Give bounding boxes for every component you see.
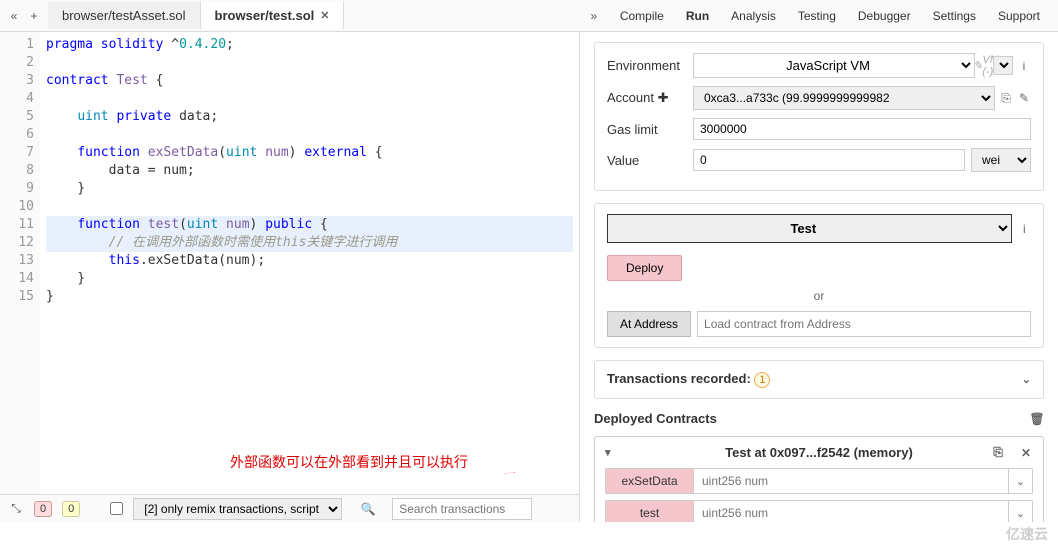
copy-icon[interactable]: ⎘: [999, 91, 1013, 105]
nav-settings[interactable]: Settings: [923, 3, 986, 29]
watermark: 亿速云: [1006, 524, 1048, 544]
nav-run[interactable]: Run: [676, 3, 719, 29]
copy-icon[interactable]: ⎘: [991, 446, 1005, 460]
editor-pane: 123456789101112131415 pragma solidity ^0…: [0, 32, 580, 522]
transactions-recorded-label: Transactions recorded: 1: [607, 371, 770, 388]
line-gutter: 123456789101112131415: [0, 32, 40, 494]
edit-icon[interactable]: ✎: [1017, 91, 1031, 105]
nav-debugger[interactable]: Debugger: [848, 3, 921, 29]
fn-button-test[interactable]: test: [606, 501, 694, 522]
arrow-icon: [450, 472, 570, 474]
error-count[interactable]: 0: [34, 501, 52, 517]
nav-compile[interactable]: Compile: [610, 3, 674, 29]
tab-test[interactable]: browser/test.sol ✕: [201, 2, 345, 29]
tab-label: browser/testAsset.sol: [62, 8, 186, 23]
add-account-icon[interactable]: ✚: [658, 90, 669, 105]
run-panel: Environment JavaScript VM ✎ VM (-) i Acc…: [580, 32, 1058, 522]
tx-filter-select[interactable]: [2] only remix transactions, script: [133, 498, 342, 520]
close-icon[interactable]: ✕: [320, 9, 329, 22]
info-icon[interactable]: i: [1017, 59, 1031, 73]
env-select[interactable]: JavaScript VM: [693, 53, 975, 78]
search-input[interactable]: [392, 498, 532, 520]
at-address-button[interactable]: At Address: [607, 311, 691, 337]
account-select[interactable]: 0xca3...a733c (99.9999999999982: [693, 86, 995, 110]
plus-icon[interactable]: +: [26, 8, 42, 24]
nav-support[interactable]: Support: [988, 3, 1050, 29]
deploy-button[interactable]: Deploy: [607, 255, 682, 281]
code-content[interactable]: pragma solidity ^0.4.20;contract Test { …: [40, 32, 579, 494]
info-icon[interactable]: i: [1018, 222, 1031, 236]
tx-count-badge: 1: [754, 372, 770, 388]
code-editor[interactable]: 123456789101112131415 pragma solidity ^0…: [0, 32, 579, 494]
function-row-test: test ⌄: [605, 500, 1033, 522]
console-bar: ⤡ 0 0 [2] only remix transactions, scrip…: [0, 494, 579, 522]
right-nav: Compile Run Analysis Testing Debugger Se…: [602, 3, 1058, 29]
nav-analysis[interactable]: Analysis: [721, 3, 786, 29]
vm-fork-select[interactable]: [993, 56, 1013, 75]
chevron-down-icon[interactable]: ⌄: [1008, 469, 1032, 493]
close-icon[interactable]: ✕: [1019, 446, 1033, 460]
vm-note: ✎ VM (-): [979, 59, 993, 73]
tab-testasset[interactable]: browser/testAsset.sol: [48, 2, 201, 29]
at-address-input[interactable]: [697, 311, 1031, 337]
fn-button-exsetdata[interactable]: exSetData: [606, 469, 694, 493]
function-row-exsetdata: exSetData ⌄: [605, 468, 1033, 494]
caret-down-icon[interactable]: ▾: [605, 446, 611, 459]
expand-down-icon[interactable]: ⤡: [8, 501, 24, 517]
env-label: Environment: [607, 58, 693, 73]
chevron-left-icon[interactable]: «: [6, 8, 22, 24]
trash-icon[interactable]: 🗑: [1030, 412, 1044, 426]
annotation-text: 外部函数可以在外部看到并且可以执行: [230, 452, 468, 472]
warning-count[interactable]: 0: [62, 501, 80, 517]
chevron-right-icon[interactable]: »: [586, 8, 602, 24]
contract-select[interactable]: Test: [607, 214, 1012, 243]
value-input[interactable]: [693, 149, 965, 171]
tab-label: browser/test.sol: [215, 8, 315, 23]
listen-checkbox[interactable]: [110, 502, 123, 515]
chevron-down-icon[interactable]: ⌄: [1008, 501, 1032, 522]
gas-label: Gas limit: [607, 122, 693, 137]
deployed-contracts-label: Deployed Contracts: [594, 411, 717, 426]
account-label: Account ✚: [607, 90, 693, 106]
nav-testing[interactable]: Testing: [788, 3, 846, 29]
file-tabs: browser/testAsset.sol browser/test.sol ✕: [48, 2, 586, 29]
value-label: Value: [607, 153, 693, 168]
gas-input[interactable]: [693, 118, 1031, 140]
chevron-down-icon[interactable]: ⌄: [1022, 373, 1031, 386]
search-icon[interactable]: 🔍: [360, 501, 376, 517]
or-label: or: [607, 289, 1031, 303]
fn-input-exsetdata[interactable]: [694, 469, 1008, 493]
value-unit-select[interactable]: wei: [971, 148, 1031, 172]
contract-instance: ▾ Test at 0x097...f2542 (memory) ⎘ ✕ exS…: [594, 436, 1044, 522]
instance-title: Test at 0x097...f2542 (memory): [725, 445, 913, 460]
fn-input-test[interactable]: [694, 501, 1008, 522]
